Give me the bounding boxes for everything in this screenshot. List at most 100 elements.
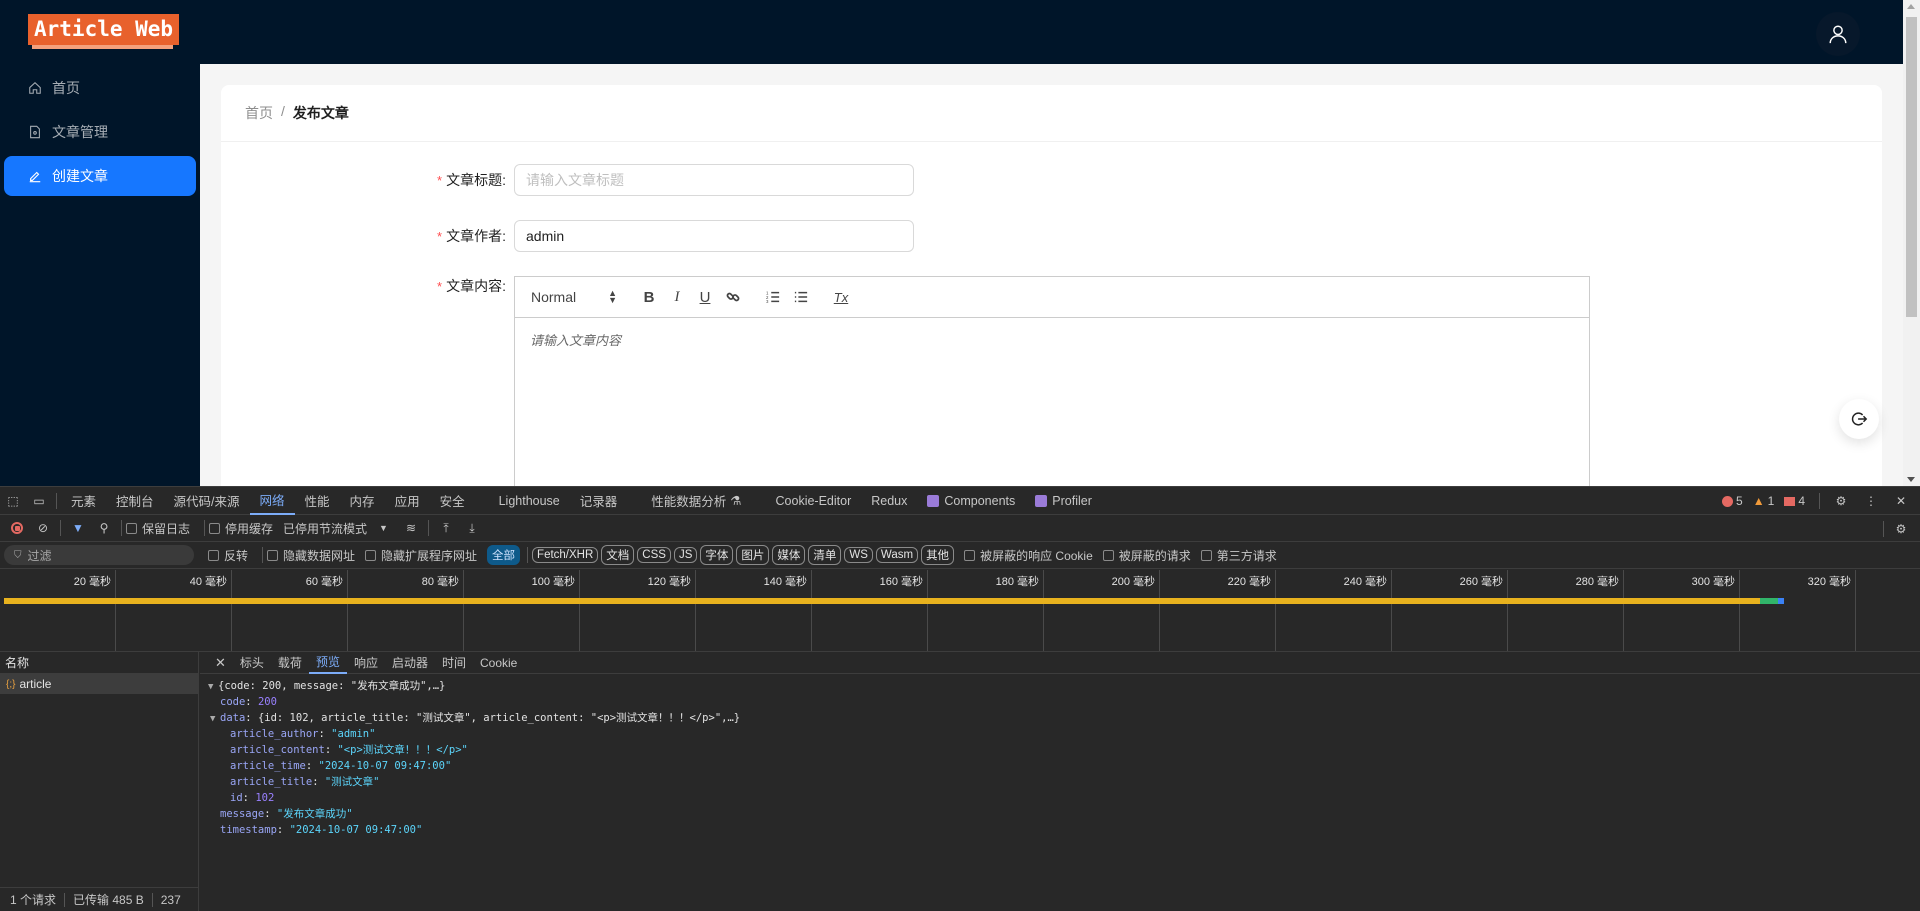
type-filter-wasm[interactable]: Wasm xyxy=(875,547,919,563)
type-filter-css[interactable]: CSS xyxy=(637,547,671,563)
tab-profiler[interactable]: Profiler xyxy=(1025,487,1102,515)
ordered-list-button[interactable]: 123 xyxy=(759,285,787,309)
timeline-tick: 40 毫秒 xyxy=(116,570,232,651)
hide-data-urls-checkbox[interactable]: 隐藏数据网址 xyxy=(267,547,355,564)
scroll-up-arrow-icon[interactable] xyxy=(1907,4,1915,9)
logo: Article Web xyxy=(28,14,180,49)
more-options-icon[interactable]: ⋮ xyxy=(1858,487,1884,515)
json-data-row[interactable]: ▼ data: {id: 102, article_title: "测试文章", … xyxy=(208,710,1920,726)
timeline-download-bar xyxy=(1760,598,1778,604)
invert-checkbox[interactable]: 反转 xyxy=(208,547,248,564)
export-har-icon[interactable]: ⤓ xyxy=(459,514,485,542)
issues-count-badge[interactable]: 4 xyxy=(1784,494,1805,508)
filter-input[interactable]: ⛉ 过滤 xyxy=(4,545,194,565)
scroll-down-arrow-icon[interactable] xyxy=(1907,477,1915,482)
timeline-tick-label: 160 毫秒 xyxy=(879,576,923,588)
tab-network[interactable]: 网络 xyxy=(249,487,295,515)
clear-format-button[interactable]: Tx xyxy=(827,285,855,309)
author-input[interactable]: admin xyxy=(514,220,914,252)
json-root-row[interactable]: ▼ {code: 200, message: "发布文章成功",…} xyxy=(208,678,1920,694)
tab-performance[interactable]: 性能 xyxy=(295,487,340,515)
timeline-tick-label: 20 毫秒 xyxy=(73,576,111,588)
type-filter-font[interactable]: 字体 xyxy=(700,545,734,565)
content-editor-area[interactable]: 请输入文章内容 xyxy=(515,318,1589,361)
tab-performance-insights[interactable]: 性能数据分析 ⚗ xyxy=(641,487,751,515)
flask-icon: ⚗ xyxy=(730,494,742,508)
name-column-header[interactable]: 名称 xyxy=(0,652,198,674)
tab-initiator[interactable]: 启动器 xyxy=(385,652,435,674)
expand-triangle-icon[interactable]: ▼ xyxy=(208,679,218,695)
page-scrollbar[interactable] xyxy=(1903,0,1920,486)
type-filter-all[interactable]: 全部 xyxy=(487,545,521,565)
tab-elements[interactable]: 元素 xyxy=(61,487,106,515)
type-filter-manifest[interactable]: 清单 xyxy=(808,545,842,565)
clear-icon[interactable]: ⊘ xyxy=(30,514,56,542)
timeline-tick: 180 毫秒 xyxy=(928,570,1044,651)
sidebar-item-articles[interactable]: 文章管理 xyxy=(4,112,196,152)
tab-application[interactable]: 应用 xyxy=(385,487,430,515)
hide-extension-urls-checkbox[interactable]: 隐藏扩展程序网址 xyxy=(365,547,477,564)
warning-count-badge[interactable]: ▲ 1 xyxy=(1753,494,1775,508)
blocked-cookies-checkbox[interactable]: 被屏蔽的响应 Cookie xyxy=(964,547,1093,564)
import-har-icon[interactable]: ⤒ xyxy=(433,514,459,542)
timeline-end-marker xyxy=(1778,598,1784,604)
type-filter-media[interactable]: 媒体 xyxy=(772,545,806,565)
tab-memory[interactable]: 内存 xyxy=(340,487,385,515)
user-icon xyxy=(1829,25,1847,44)
tab-components[interactable]: Components xyxy=(917,487,1025,515)
preserve-log-checkbox[interactable]: 保留日志 xyxy=(126,520,190,537)
request-row[interactable]: {;} article xyxy=(0,674,198,694)
breadcrumb-home-link[interactable]: 首页 xyxy=(245,103,273,123)
third-party-checkbox[interactable]: 第三方请求 xyxy=(1200,547,1277,564)
tab-security[interactable]: 安全 xyxy=(430,487,475,515)
bullet-list-button[interactable] xyxy=(787,285,815,309)
tab-cookies[interactable]: Cookie xyxy=(473,652,524,674)
close-detail-icon[interactable]: ✕ xyxy=(208,652,233,674)
filter-funnel-icon[interactable]: ▼ xyxy=(65,514,91,542)
title-input[interactable]: 请输入文章标题 xyxy=(514,164,914,196)
logout-button[interactable] xyxy=(1839,399,1879,439)
throttle-select[interactable]: 已停用节流模式 ▼ xyxy=(283,520,388,537)
network-timeline-overview[interactable]: 20 毫秒 40 毫秒 60 毫秒 80 毫秒 100 毫秒 120 毫秒 140 毫秒 16… xyxy=(0,570,1920,652)
network-settings-gear-icon[interactable]: ⚙ xyxy=(1888,515,1914,543)
settings-gear-icon[interactable]: ⚙ xyxy=(1828,487,1854,515)
tab-preview[interactable]: 预览 xyxy=(308,652,347,674)
type-filter-other[interactable]: 其他 xyxy=(921,545,955,565)
tab-payload[interactable]: 载荷 xyxy=(271,652,309,674)
user-avatar-button[interactable] xyxy=(1816,12,1860,56)
tab-headers[interactable]: 标头 xyxy=(233,652,271,674)
type-filter-js[interactable]: JS xyxy=(673,547,698,563)
tab-recorder[interactable]: 记录器 xyxy=(570,487,628,515)
bold-button[interactable]: B xyxy=(635,285,663,309)
tab-timing[interactable]: 时间 xyxy=(435,652,473,674)
json-field-row: article_author: "admin" xyxy=(230,728,376,740)
type-filter-ws[interactable]: WS xyxy=(844,547,873,563)
link-button[interactable] xyxy=(719,285,747,309)
sidebar-item-home[interactable]: 首页 xyxy=(4,68,196,108)
error-count-badge[interactable]: 5 xyxy=(1722,494,1743,508)
inspect-element-icon[interactable]: ⬚ xyxy=(0,487,26,515)
blocked-requests-checkbox[interactable]: 被屏蔽的请求 xyxy=(1102,547,1191,564)
network-conditions-icon[interactable]: ≋ xyxy=(398,514,424,542)
expand-triangle-icon[interactable]: ▼ xyxy=(210,711,220,727)
tab-sources[interactable]: 源代码/来源 xyxy=(164,487,250,515)
italic-button[interactable]: I xyxy=(663,285,691,309)
search-icon[interactable]: ⚲ xyxy=(91,514,117,542)
record-stop-icon[interactable] xyxy=(4,514,30,542)
type-filter-img[interactable]: 图片 xyxy=(736,545,770,565)
tab-cookie-editor[interactable]: Cookie-Editor xyxy=(766,487,862,515)
disable-cache-checkbox[interactable]: 停用缓存 xyxy=(209,520,273,537)
tab-console[interactable]: 控制台 xyxy=(106,487,164,515)
timeline-tick: 200 毫秒 xyxy=(1044,570,1160,651)
type-filter-fetch-xhr[interactable]: Fetch/XHR xyxy=(532,547,599,563)
sidebar-item-create-article[interactable]: 创建文章 xyxy=(4,156,196,196)
type-filter-doc[interactable]: 文档 xyxy=(601,545,635,565)
tab-redux[interactable]: Redux xyxy=(861,487,917,515)
tab-lighthouse[interactable]: Lighthouse xyxy=(489,487,570,515)
device-toggle-icon[interactable]: ▭ xyxy=(26,487,52,515)
tab-response[interactable]: 响应 xyxy=(347,652,385,674)
underline-button[interactable]: U xyxy=(691,285,719,309)
heading-select[interactable]: Normal ▲ ▼ xyxy=(531,289,617,306)
scrollbar-thumb[interactable] xyxy=(1906,17,1917,317)
close-devtools-icon[interactable]: ✕ xyxy=(1888,487,1914,515)
